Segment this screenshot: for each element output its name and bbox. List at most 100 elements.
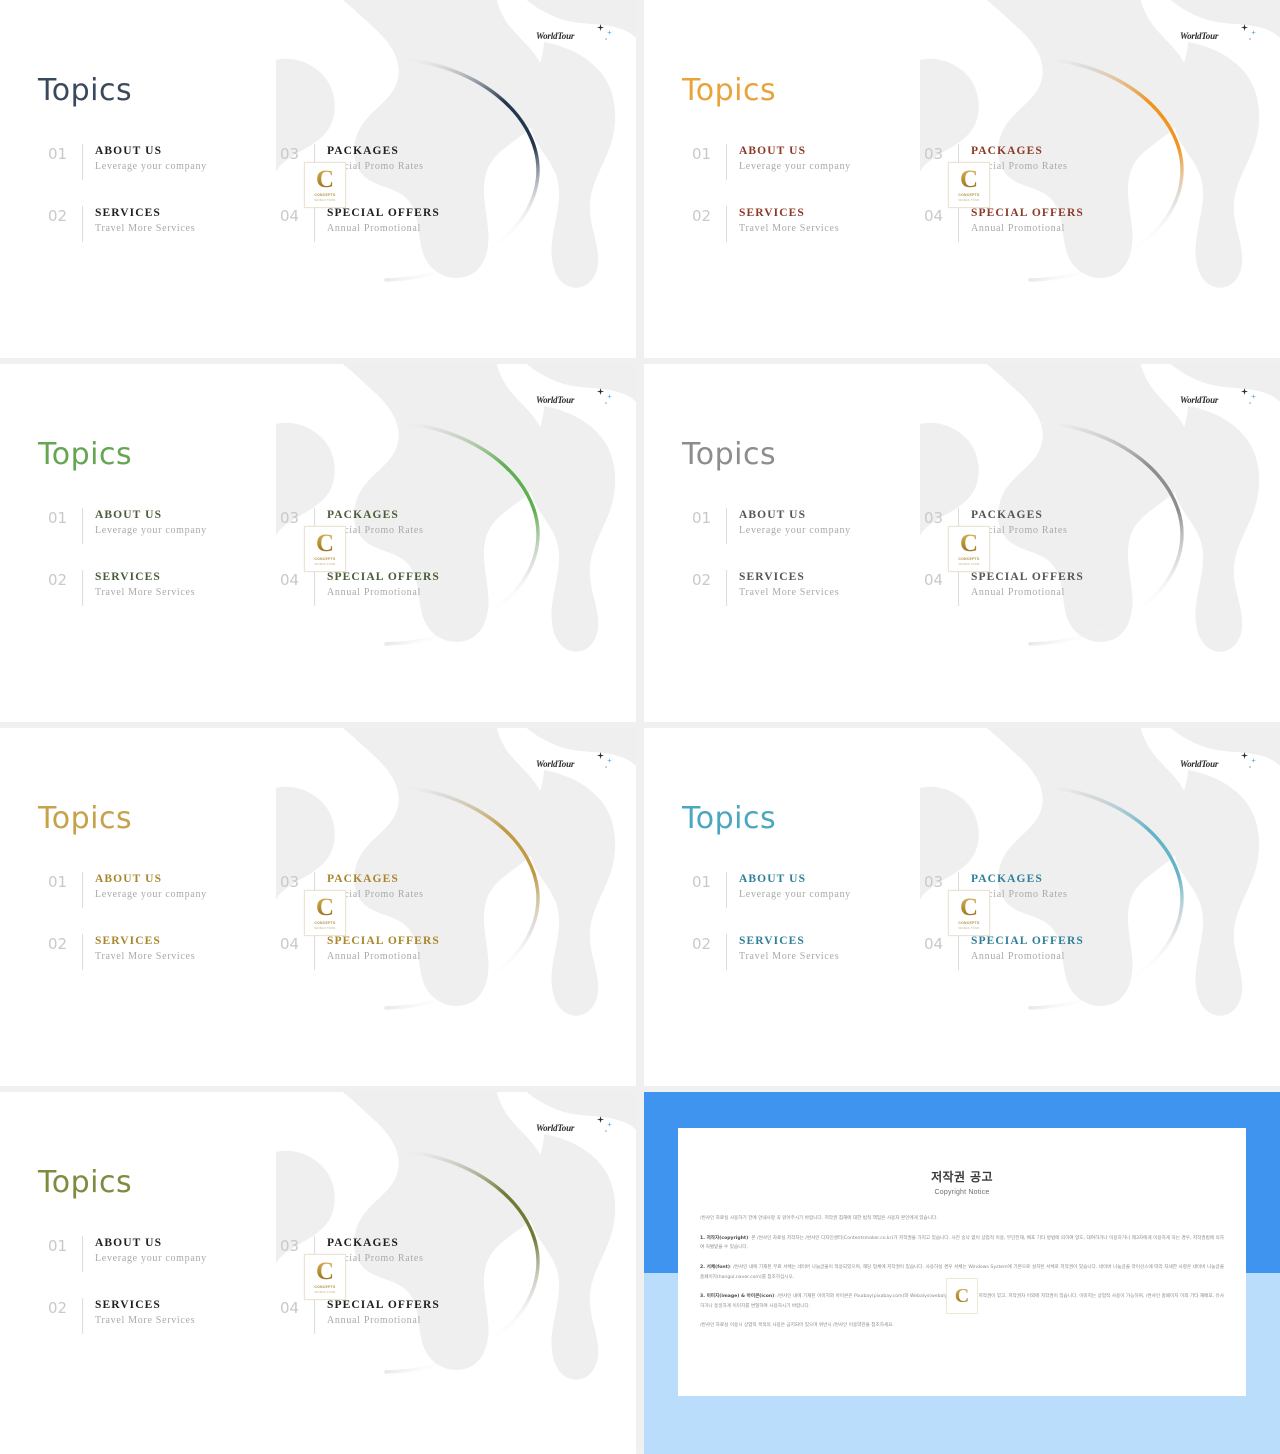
list-item-title: ABOUT US: [739, 873, 807, 885]
list-item-subtitle: Annual Promotional: [327, 951, 421, 963]
list-item-title: ABOUT US: [95, 509, 163, 521]
list-item-divider: [82, 144, 83, 180]
slide-green[interactable]: WorldTour Topics 01 ABOUT US Leverage yo…: [0, 364, 636, 722]
list-item-divider: [726, 206, 727, 242]
list-item-01[interactable]: 01 ABOUT US Leverage your company: [48, 872, 280, 908]
brand-badge-icon: C CONCEPTS WORLD TOUR: [304, 890, 346, 936]
list-item-subtitle: Special Promo Rates: [327, 525, 424, 537]
list-item-divider: [82, 872, 83, 908]
sparkle-icon: [1241, 24, 1248, 31]
list-item-number: 02: [692, 207, 712, 225]
sparkle-icon: [607, 758, 612, 763]
slide-navy[interactable]: WorldTour Topics 01 ABOUT US Leverage yo…: [0, 0, 636, 358]
worldtour-logo-text: WorldTour: [536, 395, 575, 405]
list-item-01[interactable]: 01 ABOUT US Leverage your company: [692, 508, 924, 544]
brand-badge-line2: WORLD TOUR: [314, 926, 336, 931]
copyright-heading: 저작권 공고 Copyright Notice: [678, 1168, 1246, 1196]
list-item-divider: [726, 508, 727, 544]
slide-gold[interactable]: WorldTour Topics 01 ABOUT US Leverage yo…: [0, 728, 636, 1086]
list-item-subtitle: Annual Promotional: [327, 1315, 421, 1327]
list-item-number: 02: [48, 571, 68, 589]
sparkle-icon: [597, 752, 604, 759]
list-item-02[interactable]: 02 SERVICES Travel More Services: [48, 1298, 280, 1334]
list-item-subtitle: Annual Promotional: [971, 951, 1065, 963]
list-item-subtitle: Special Promo Rates: [327, 161, 424, 173]
slide-orange[interactable]: WorldTour Topics 01 ABOUT US Leverage yo…: [644, 0, 1280, 358]
worldtour-logo: WorldTour: [1180, 24, 1258, 50]
list-item-02[interactable]: 02 SERVICES Travel More Services: [692, 570, 924, 606]
list-item-divider: [82, 508, 83, 544]
list-item-01[interactable]: 01 ABOUT US Leverage your company: [692, 872, 924, 908]
worldtour-logo: WorldTour: [1180, 388, 1258, 414]
list-item-01[interactable]: 01 ABOUT US Leverage your company: [48, 1236, 280, 1272]
list-item-04[interactable]: 04 SPECIAL OFFERS Annual Promotional: [924, 570, 1156, 606]
list-item-02[interactable]: 02 SERVICES Travel More Services: [692, 934, 924, 970]
copyright-slide[interactable]: 저작권 공고 Copyright Notice /썬샤인 자료실 사용하기 전에…: [644, 1092, 1280, 1454]
list-item-01[interactable]: 01 ABOUT US Leverage your company: [48, 144, 280, 180]
list-item-subtitle: Travel More Services: [739, 587, 840, 599]
list-item-title: PACKAGES: [971, 873, 1043, 885]
brand-badge-icon: C CONCEPTS WORLD TOUR: [304, 526, 346, 572]
brand-badge-icon: C: [946, 1278, 978, 1314]
brand-badge-icon: C CONCEPTS WORLD TOUR: [948, 526, 990, 572]
brand-badge-line2: WORLD TOUR: [314, 562, 336, 567]
list-item-number: 03: [924, 873, 944, 891]
list-item-divider: [958, 934, 959, 970]
sparkle-icon: [597, 24, 604, 31]
list-item-title: PACKAGES: [327, 145, 399, 157]
copyright-section-1: 1. 저작자(copyright): 본 /썬샤인 자료실 저작자는 /썬샤인 …: [700, 1234, 1224, 1253]
list-item-04[interactable]: 04 SPECIAL OFFERS Annual Promotional: [280, 1298, 512, 1334]
list-item-number: 01: [692, 145, 712, 163]
list-item-04[interactable]: 04 SPECIAL OFFERS Annual Promotional: [924, 206, 1156, 242]
brand-badge-line2: WORLD TOUR: [314, 198, 336, 203]
list-item-number: 02: [692, 935, 712, 953]
list-item-02[interactable]: 02 SERVICES Travel More Services: [48, 570, 280, 606]
list-item-title: SPECIAL OFFERS: [327, 207, 440, 219]
list-item-04[interactable]: 04 SPECIAL OFFERS Annual Promotional: [280, 934, 512, 970]
brand-badge-line1: CONCEPTS: [958, 921, 980, 926]
list-item-title: ABOUT US: [739, 145, 807, 157]
list-item-title: PACKAGES: [971, 145, 1043, 157]
list-item-title: SPECIAL OFFERS: [327, 1299, 440, 1311]
list-item-04[interactable]: 04 SPECIAL OFFERS Annual Promotional: [924, 934, 1156, 970]
list-item-divider: [82, 934, 83, 970]
slide-teal[interactable]: WorldTour Topics 01 ABOUT US Leverage yo…: [644, 728, 1280, 1086]
sparkle-icon: [1241, 752, 1248, 759]
list-item-number: 03: [924, 145, 944, 163]
list-item-number: 04: [280, 207, 300, 225]
list-item-01[interactable]: 01 ABOUT US Leverage your company: [692, 144, 924, 180]
slide-gray[interactable]: WorldTour Topics 01 ABOUT US Leverage yo…: [644, 364, 1280, 722]
list-item-divider: [82, 1298, 83, 1334]
page-title: Topics: [682, 801, 777, 836]
sparkle-icon: [1251, 758, 1256, 763]
list-item-title: SERVICES: [739, 571, 805, 583]
list-item-number: 03: [280, 145, 300, 163]
list-item-subtitle: Annual Promotional: [327, 223, 421, 235]
list-item-04[interactable]: 04 SPECIAL OFFERS Annual Promotional: [280, 206, 512, 242]
brand-badge-letter: C: [959, 529, 979, 557]
sparkle-icon: [607, 394, 612, 399]
page-title: Topics: [38, 1165, 133, 1200]
list-item-divider: [82, 570, 83, 606]
page-title: Topics: [38, 801, 133, 836]
worldtour-logo-text: WorldTour: [1180, 395, 1219, 405]
slide-olive[interactable]: WorldTour Topics 01 ABOUT US Leverage yo…: [0, 1092, 636, 1454]
list-item-subtitle: Special Promo Rates: [971, 161, 1068, 173]
sparkle-icon: [607, 1122, 612, 1127]
worldtour-logo: WorldTour: [536, 1116, 614, 1142]
sparkle-icon: [607, 30, 612, 35]
brand-badge-letter: C: [954, 1284, 970, 1307]
list-item-04[interactable]: 04 SPECIAL OFFERS Annual Promotional: [280, 570, 512, 606]
worldtour-logo: WorldTour: [536, 388, 614, 414]
list-item-01[interactable]: 01 ABOUT US Leverage your company: [48, 508, 280, 544]
list-item-number: 01: [48, 509, 68, 527]
sparkle-icon: [605, 402, 607, 404]
brand-badge-line1: CONCEPTS: [314, 1285, 336, 1290]
list-item-number: 02: [48, 207, 68, 225]
list-item-subtitle: Travel More Services: [95, 223, 196, 235]
list-item-number: 03: [280, 1237, 300, 1255]
list-item-title: PACKAGES: [327, 1237, 399, 1249]
list-item-02[interactable]: 02 SERVICES Travel More Services: [48, 934, 280, 970]
list-item-02[interactable]: 02 SERVICES Travel More Services: [48, 206, 280, 242]
list-item-02[interactable]: 02 SERVICES Travel More Services: [692, 206, 924, 242]
